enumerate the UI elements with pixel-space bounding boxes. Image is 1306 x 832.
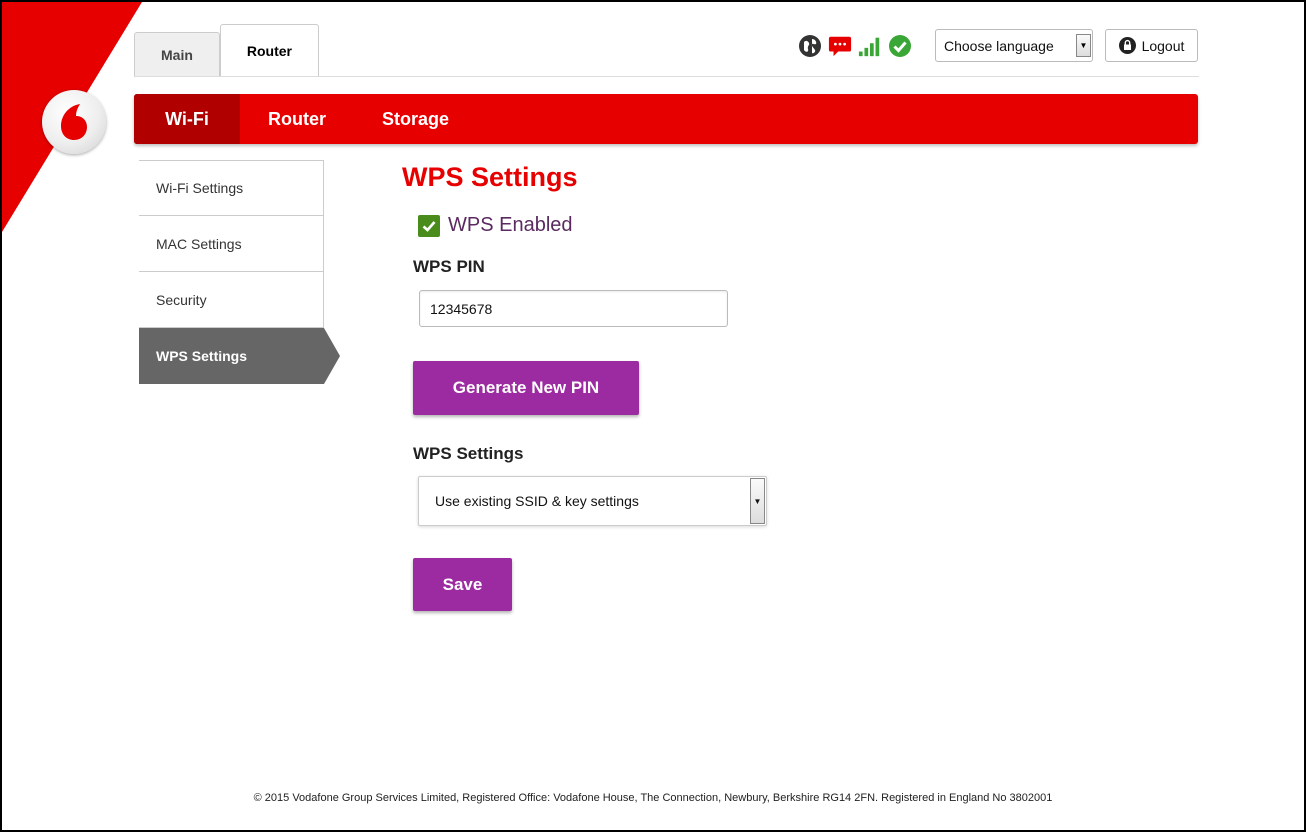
check-icon <box>422 220 436 232</box>
footer-copyright: © 2015 Vodafone Group Services Limited, … <box>253 792 1053 804</box>
save-button[interactable]: Save <box>413 558 512 611</box>
nav-storage[interactable]: Storage <box>354 94 477 144</box>
sidebar-item-security[interactable]: Security <box>139 272 324 328</box>
message-icon[interactable] <box>828 34 852 58</box>
globe-icon[interactable] <box>798 34 822 58</box>
wps-settings-label: WPS Settings <box>413 444 524 463</box>
wps-pin-input[interactable] <box>419 290 728 327</box>
chevron-down-icon[interactable]: ▼ <box>750 478 765 524</box>
tabs-divider <box>134 76 1199 77</box>
generate-pin-button[interactable]: Generate New PIN <box>413 361 639 415</box>
router-admin-page: Main Router Choose language ▼ Logout Wi-… <box>2 2 1304 830</box>
wps-settings-select-value: Use existing SSID & key settings <box>435 493 639 509</box>
tab-main[interactable]: Main <box>134 32 220 76</box>
sidebar-item-wifi-settings[interactable]: Wi-Fi Settings <box>139 160 324 216</box>
signal-bars-icon <box>858 34 882 58</box>
nav-wifi[interactable]: Wi-Fi <box>134 94 240 144</box>
wps-enabled-toggle[interactable]: WPS Enabled <box>418 214 573 237</box>
wps-enabled-label: WPS Enabled <box>448 214 573 236</box>
connected-check-icon <box>888 34 912 58</box>
language-select[interactable]: Choose language ▼ <box>935 29 1093 62</box>
chevron-down-icon[interactable]: ▼ <box>1076 34 1091 57</box>
status-icons <box>798 34 912 58</box>
language-select-value: Choose language <box>944 37 1054 54</box>
wps-pin-label: WPS PIN <box>413 257 485 276</box>
nav-router[interactable]: Router <box>240 94 354 144</box>
wps-settings-select[interactable]: Use existing SSID & key settings ▼ <box>418 476 767 526</box>
wps-enabled-checkbox[interactable] <box>418 214 440 237</box>
vodafone-logo-icon <box>42 90 106 154</box>
lock-icon <box>1118 37 1136 54</box>
page-title: WPS Settings <box>402 162 578 192</box>
top-tabs: Main Router <box>134 24 320 76</box>
main-nav: Wi-Fi Router Storage <box>134 94 1198 144</box>
logout-button[interactable]: Logout <box>1105 29 1198 62</box>
logout-label: Logout <box>1141 37 1185 54</box>
sidebar-item-wps-settings[interactable]: WPS Settings <box>139 328 340 384</box>
sidebar: Wi-Fi Settings MAC Settings Security WPS… <box>139 160 340 384</box>
sidebar-item-mac-settings[interactable]: MAC Settings <box>139 216 324 272</box>
tab-router[interactable]: Router <box>219 24 320 76</box>
